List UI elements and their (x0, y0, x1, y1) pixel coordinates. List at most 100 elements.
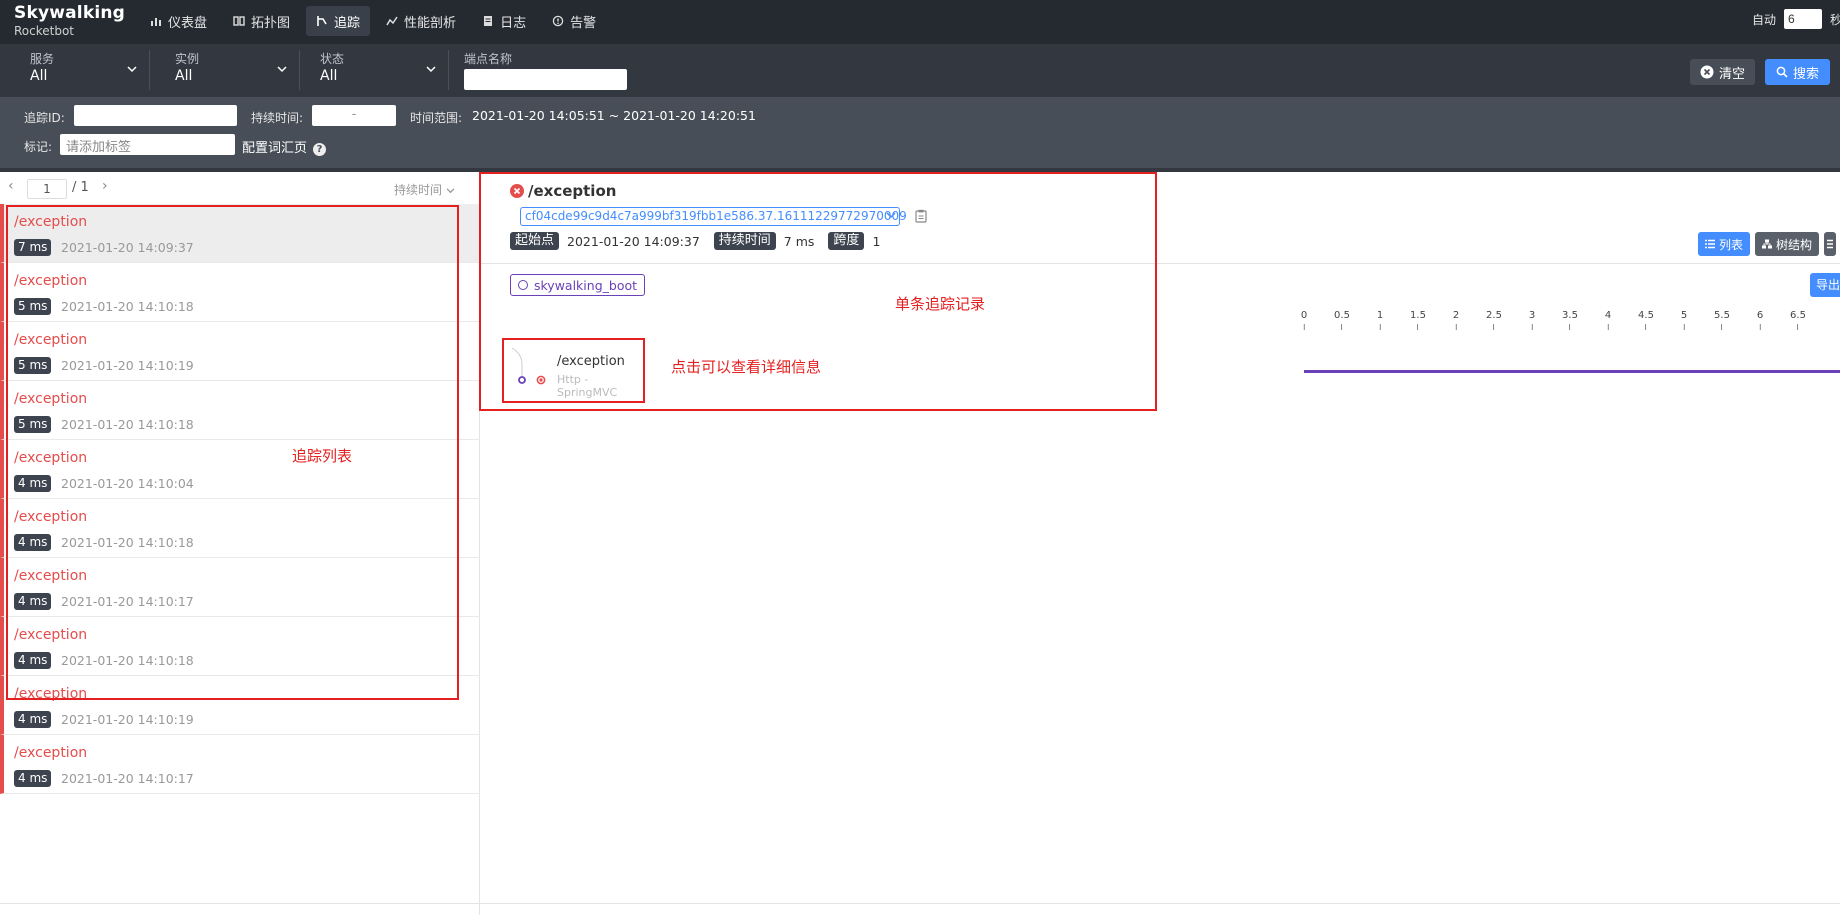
axis-tick-mark (1797, 324, 1799, 330)
nav-label: 仪表盘 (168, 15, 208, 31)
trace-list-highlight (6, 205, 459, 700)
annotation-single-trace: 单条追踪记录 (895, 295, 986, 313)
nav-profile[interactable]: 性能剖析 (376, 6, 466, 36)
axis-tick-mark (1569, 324, 1571, 330)
trace-id-input[interactable] (74, 105, 237, 126)
axis-tick-mark (1341, 324, 1343, 330)
axis-tick-mark (1417, 324, 1419, 330)
axis-tick: 6 (1757, 310, 1763, 330)
table-icon (1827, 239, 1834, 249)
axis-tick-mark (1759, 324, 1761, 330)
axis-tick-label: 0 (1300, 310, 1308, 321)
chevron-down-icon (446, 188, 455, 194)
nav-topology[interactable]: 拓扑图 (223, 6, 300, 36)
export-button[interactable]: 导出 (1810, 273, 1840, 297)
axis-tick-label: 3.5 (1562, 310, 1578, 321)
trace-id-label: 追踪ID: (24, 111, 65, 125)
list-view-label: 列表 (1719, 237, 1744, 252)
search-button[interactable]: 搜索 (1765, 59, 1830, 85)
axis-tick-mark (1607, 324, 1609, 330)
axis-tick-mark (1721, 324, 1723, 330)
prev-page-icon[interactable]: ‹ (8, 178, 14, 194)
annotation-click-detail: 点击可以查看详细信息 (671, 358, 822, 376)
axis-tick-label: 6 (1756, 310, 1764, 321)
config-link[interactable]: 配置词汇页? (242, 137, 327, 156)
tree-view-button[interactable]: 树结构 (1755, 232, 1820, 256)
auto-unit: 秒 (1830, 12, 1840, 27)
view-switch: 列表 树结构 (1698, 232, 1837, 256)
next-page-icon[interactable]: › (102, 178, 108, 194)
endpoint-filter: 端点名称 (464, 50, 627, 90)
status-select-label: 状态 (320, 52, 345, 66)
chevron-down-icon (426, 66, 436, 73)
nav-trace[interactable]: 追踪 (306, 6, 371, 36)
help-icon[interactable]: ? (313, 143, 327, 156)
axis-tick-mark (1683, 324, 1685, 330)
list-view-button[interactable]: 列表 (1698, 232, 1751, 256)
timeline-axis: 0 0.5 1 1.5 2 2.5 3 3.5 4 4.5 5 5.5 6 6.5 (1300, 310, 1840, 340)
nav-label: 性能剖析 (404, 15, 457, 31)
instance-select[interactable]: 实例 All (160, 50, 300, 90)
axis-tick-label: 3 (1528, 310, 1536, 321)
trace-timestamp: 2021-01-20 14:10:19 (61, 712, 194, 727)
table-view-button[interactable] (1824, 232, 1837, 256)
trace-icon (317, 16, 327, 26)
nav-label: 日志 (500, 15, 527, 31)
tree-view-label: 树结构 (1776, 237, 1813, 252)
tags-label: 标记: (24, 140, 53, 154)
axis-tick-mark (1645, 324, 1647, 330)
sort-select[interactable]: 持续时间 (394, 181, 455, 198)
trace-timestamp: 2021-01-20 14:10:17 (61, 771, 194, 786)
instance-select-label: 实例 (175, 52, 200, 66)
trace-list-item[interactable]: /exception 4 ms 2021-01-20 14:10:17 (0, 735, 480, 794)
alarm-icon (552, 15, 564, 27)
clear-button[interactable]: 清空 (1690, 59, 1755, 85)
clear-label: 清空 (1718, 66, 1745, 82)
tags-input[interactable]: 请添加标签 (60, 134, 235, 155)
span-duration-bar[interactable] (1304, 370, 1840, 373)
duration-input[interactable]: - (312, 105, 396, 126)
time-range-label: 时间范围: (410, 111, 463, 125)
endpoint-label: 端点名称 (464, 52, 513, 66)
trace-endpoint: /exception (14, 745, 88, 761)
tree-icon (1762, 239, 1773, 249)
nav-dashboard[interactable]: 仪表盘 (140, 6, 217, 36)
sort-label: 持续时间 (394, 183, 443, 197)
axis-tick-label: 0.5 (1334, 310, 1350, 321)
trace-list-panel: ‹ 1 / 1 › 持续时间 /exception 7 ms 2021-01-20 … (0, 172, 480, 915)
axis-tick-label: 1 (1376, 310, 1384, 321)
logo: Skywalking Rocketbot (14, 3, 126, 38)
endpoint-input[interactable] (464, 69, 627, 90)
log-icon (484, 16, 493, 26)
axis-tick: 1 (1377, 310, 1383, 330)
status-select[interactable]: 状态 All (306, 50, 449, 90)
trace-duration-badge: 4 ms (14, 711, 52, 728)
axis-tick: 4 (1605, 310, 1611, 330)
auto-interval-input[interactable] (1784, 9, 1822, 29)
export-label: 导出 (1816, 278, 1840, 292)
axis-tick-label: 4 (1604, 310, 1612, 321)
axis-tick: 6.5 (1790, 310, 1806, 330)
top-nav-bar: Skywalking Rocketbot 仪表盘 拓扑图 追踪 性能剖析 日志 … (0, 0, 1840, 44)
trace-duration-badge: 4 ms (14, 770, 52, 787)
annotation-trace-list: 追踪列表 (292, 447, 353, 465)
service-select[interactable]: 服务 All (14, 50, 150, 90)
profile-icon (386, 16, 398, 26)
dashboard-icon (151, 18, 161, 26)
axis-tick-mark (1493, 324, 1495, 330)
duration-label: 持续时间: (251, 111, 304, 125)
time-range-value[interactable]: 2021-01-20 14:05:51 ~ 2021-01-20 14:20:5… (472, 108, 756, 123)
condition-bar: 追踪ID: 持续时间: - 时间范围: 2021-01-20 14:05:51 … (0, 97, 1840, 168)
axis-tick: 5 (1681, 310, 1687, 330)
logo-title: Skywalking (14, 3, 126, 23)
page-total: / 1 (72, 180, 89, 195)
main-nav: 仪表盘 拓扑图 追踪 性能剖析 日志 告警 (140, 6, 606, 36)
page-input[interactable]: 1 (27, 179, 67, 199)
axis-tick-mark (1531, 324, 1533, 330)
chevron-down-icon (127, 66, 137, 73)
axis-tick-mark (1379, 324, 1381, 330)
axis-tick-label: 5.5 (1714, 310, 1730, 321)
nav-alarm[interactable]: 告警 (542, 6, 606, 36)
nav-log[interactable]: 日志 (472, 6, 536, 36)
chevron-down-icon (277, 66, 287, 73)
